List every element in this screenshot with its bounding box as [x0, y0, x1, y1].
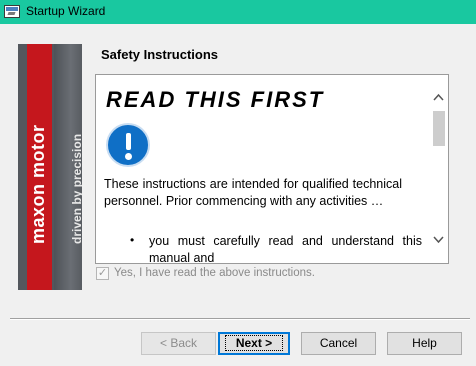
wizard-app-icon [4, 5, 20, 18]
document-heading: READ THIS FIRST [106, 87, 325, 112]
next-button-label: Next > [224, 335, 284, 351]
page-title: Safety Instructions [101, 47, 219, 62]
info-icon [106, 123, 150, 167]
vertical-scrollbar[interactable] [429, 75, 448, 263]
brand-banner: maxon motor driven by precision [18, 44, 82, 290]
title-bar: Startup Wizard [0, 0, 476, 24]
document-paragraph: These instructions are intended for qual… [104, 177, 402, 208]
bullet-marker: • [130, 233, 135, 247]
scroll-down-icon[interactable] [432, 233, 445, 246]
cancel-button[interactable]: Cancel [301, 332, 376, 355]
instructions-viewer[interactable]: READ THIS FIRST These instructions are i… [95, 74, 449, 264]
back-button[interactable]: < Back [141, 332, 216, 355]
next-button[interactable]: Next > [218, 332, 290, 355]
agreement-label[interactable]: Yes, I have read the above instructions. [114, 267, 315, 279]
banner-brand-text: maxon motor [28, 124, 48, 244]
document-bullet-text: you must carefully read and understand t… [149, 234, 422, 264]
agreement-checkbox[interactable]: ✓ [96, 267, 109, 280]
scroll-up-icon[interactable] [432, 91, 445, 104]
banner-slogan-text: driven by precision [70, 133, 82, 244]
help-button[interactable]: Help [387, 332, 462, 355]
window-title: Startup Wizard [26, 4, 106, 18]
scroll-thumb[interactable] [433, 111, 445, 146]
footer-divider [10, 318, 470, 320]
